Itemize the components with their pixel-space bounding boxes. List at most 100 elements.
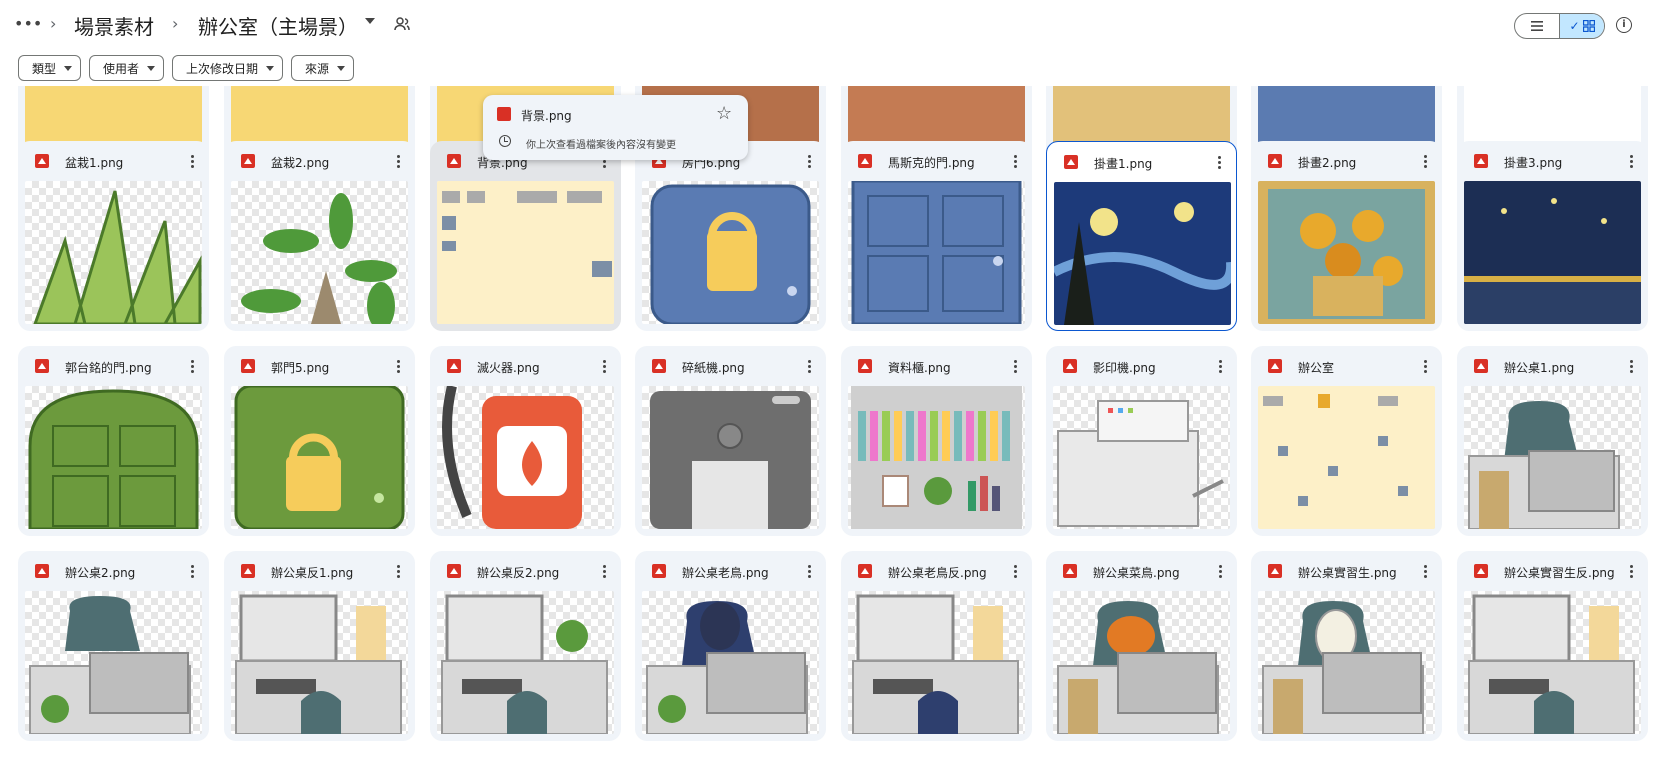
file-thumbnail — [1053, 591, 1230, 734]
more-vert-icon[interactable] — [601, 561, 607, 581]
file-name: 辦公桌實習生反.png — [1504, 566, 1615, 580]
more-vert-icon[interactable] — [601, 356, 607, 376]
file-thumbnail — [25, 86, 202, 149]
filter-type[interactable]: 類型 — [18, 55, 82, 81]
file-name: 掛畫2.png — [1298, 156, 1357, 170]
more-vert-icon[interactable] — [1216, 152, 1222, 172]
file-card[interactable]: 盆栽2.png — [224, 141, 415, 331]
more-vert-icon[interactable] — [1217, 356, 1223, 376]
file-card[interactable]: 盆栽1.png — [18, 141, 209, 331]
file-card[interactable]: 掛畫2.png — [1251, 141, 1442, 331]
file-card[interactable]: 掛畫3.png — [1457, 141, 1648, 331]
thumbnail-image — [1258, 86, 1435, 149]
file-card[interactable]: 辦公桌反2.png — [430, 551, 621, 741]
view-toggle: ✓ — [1514, 13, 1605, 39]
file-thumbnail — [231, 86, 408, 149]
star-icon[interactable]: ☆ — [716, 103, 732, 124]
more-vert-icon[interactable] — [1628, 151, 1634, 171]
more-vert-icon[interactable] — [1012, 151, 1018, 171]
more-vert-icon[interactable] — [806, 356, 812, 376]
thumbnail-image — [1258, 181, 1435, 324]
file-card[interactable]: 資料櫃.png — [841, 346, 1032, 536]
more-vert-icon[interactable] — [1012, 561, 1018, 581]
filter-label: 類型 — [32, 61, 57, 76]
more-vert-icon[interactable] — [1012, 356, 1018, 376]
breadcrumb-parent[interactable]: 場景素材 — [74, 11, 154, 40]
file-tooltip: 背景.png ☆ 你上次查看過檔案後內容沒有變更 — [483, 95, 748, 160]
file-thumbnail — [1464, 181, 1641, 324]
file-card[interactable]: 背景.png — [430, 141, 621, 331]
more-vert-icon[interactable] — [1422, 561, 1428, 581]
file-card[interactable]: 郭門5.png — [224, 346, 415, 536]
chevron-down-icon — [337, 65, 346, 71]
file-card-header: 滅火器.png — [430, 346, 621, 386]
image-file-icon — [1474, 154, 1488, 168]
more-vert-icon[interactable] — [806, 151, 812, 171]
file-card[interactable]: 辦公桌實習生反.png — [1457, 551, 1648, 741]
more-vert-icon[interactable] — [806, 561, 812, 581]
more-vert-icon[interactable] — [395, 356, 401, 376]
info-icon[interactable]: i — [1616, 17, 1632, 33]
breadcrumb-current[interactable]: 辦公室（主場景） — [198, 11, 358, 40]
file-thumbnail — [642, 591, 819, 734]
file-thumbnail — [231, 591, 408, 734]
more-vert-icon[interactable] — [1628, 356, 1634, 376]
filter-source[interactable]: 來源 — [291, 55, 355, 81]
more-vert-icon[interactable] — [1422, 151, 1428, 171]
more-vert-icon[interactable] — [189, 561, 195, 581]
list-icon — [1531, 21, 1543, 31]
image-file-icon — [241, 359, 255, 373]
file-name: 辦公桌老鳥反.png — [888, 566, 987, 580]
file-card-header: 掛畫1.png — [1047, 142, 1236, 182]
chevron-down-icon[interactable] — [365, 18, 375, 24]
thumbnail-image — [1468, 401, 1620, 529]
file-name: 辦公桌實習生.png — [1298, 566, 1397, 580]
list-view-button[interactable] — [1515, 14, 1560, 38]
file-card-header: 辦公桌老鳥.png — [635, 551, 826, 591]
history-icon — [499, 135, 511, 147]
file-card[interactable]: 辦公桌反1.png — [224, 551, 415, 741]
more-vert-icon[interactable] — [1217, 561, 1223, 581]
file-card[interactable]: 郭台銘的門.png — [18, 346, 209, 536]
more-vert-icon[interactable] — [1628, 561, 1634, 581]
file-card[interactable]: 辦公桌老鳥.png — [635, 551, 826, 741]
file-card[interactable]: 辦公桌1.png — [1457, 346, 1648, 536]
file-thumbnail — [642, 386, 819, 529]
file-card[interactable]: 碎紙機.png — [635, 346, 826, 536]
thumbnail-image — [650, 184, 811, 324]
filter-modified[interactable]: 上次修改日期 — [172, 55, 284, 81]
image-file-icon — [35, 154, 49, 168]
file-card[interactable]: 滅火器.png — [430, 346, 621, 536]
thumbnail-image — [25, 86, 202, 149]
more-vert-icon[interactable] — [395, 151, 401, 171]
more-vert-icon[interactable] — [189, 356, 195, 376]
image-file-icon — [497, 107, 511, 121]
file-card[interactable]: 辦公桌老鳥反.png — [841, 551, 1032, 741]
more-vert-icon[interactable] — [189, 151, 195, 171]
chevron-right-icon: › — [50, 14, 57, 33]
file-card-header: 辦公桌菜鳥.png — [1046, 551, 1237, 591]
more-breadcrumb-button[interactable]: ••• — [14, 14, 42, 34]
more-vert-icon[interactable] — [395, 561, 401, 581]
file-card[interactable]: 影印機.png — [1046, 346, 1237, 536]
chevron-right-icon: › — [172, 14, 179, 33]
image-file-icon — [1063, 564, 1077, 578]
file-card[interactable]: 辦公桌2.png — [18, 551, 209, 741]
file-card[interactable]: 辦公桌實習生.png — [1251, 551, 1442, 741]
file-card[interactable]: 辦公室 — [1251, 346, 1442, 536]
file-card[interactable]: 辦公桌菜鳥.png — [1046, 551, 1237, 741]
file-thumbnail — [1464, 86, 1641, 149]
file-card[interactable]: 掛畫1.png — [1046, 141, 1237, 331]
file-card[interactable]: 馬斯克的門.png — [841, 141, 1032, 331]
file-card[interactable]: 房門6.png — [635, 141, 826, 331]
grid-view-button[interactable]: ✓ — [1560, 14, 1604, 38]
more-vert-icon[interactable] — [1422, 356, 1428, 376]
file-name: 郭台銘的門.png — [65, 361, 152, 375]
thumbnail-image — [848, 86, 1025, 149]
thumbnail-image — [1057, 400, 1224, 527]
shared-folder-icon[interactable] — [394, 16, 410, 32]
image-file-icon — [241, 564, 255, 578]
file-thumbnail — [25, 591, 202, 734]
filter-people[interactable]: 使用者 — [89, 55, 165, 81]
file-thumbnail — [848, 591, 1025, 734]
